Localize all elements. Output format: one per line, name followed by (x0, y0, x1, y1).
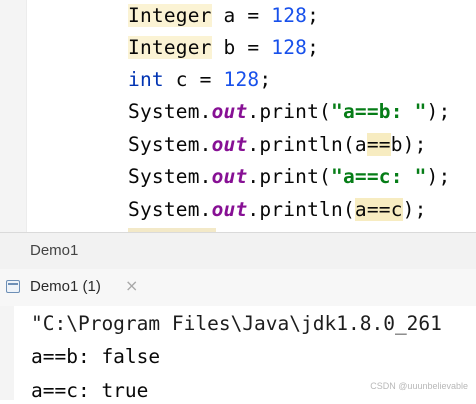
code-editor[interactable]: Integer a = 128; Integer b = 128; int c … (0, 0, 476, 232)
code-token: ; (307, 4, 320, 27)
code-token: out (211, 165, 248, 188)
code-line[interactable]: System.out.println(a==c); (128, 197, 427, 223)
code-token: "a==b: " (331, 100, 427, 123)
code-token: ; (259, 68, 272, 91)
tab-demo1-run[interactable]: Demo1 (1) × (0, 269, 150, 306)
console-line: a==c: true (31, 379, 149, 402)
editor-gutter (0, 0, 27, 232)
code-line[interactable]: System.out.print("a==c: "); (128, 164, 450, 190)
console-line: "C:\Program Files\Java\jdk1.8.0_261 (31, 312, 442, 335)
code-token: a = (211, 4, 272, 27)
tab-label: Demo1 (1) (30, 278, 101, 295)
run-window-title: Demo1 (30, 242, 79, 259)
code-token: .print( (247, 165, 332, 188)
code-token: System. (128, 198, 212, 221)
code-token: a==c (354, 198, 403, 221)
watermark: CSDN @uuunbelievable (370, 381, 468, 391)
code-token: ); (402, 198, 427, 221)
code-line[interactable]: System.out.print("a==b: "); (128, 99, 450, 125)
code-token: b); (390, 133, 427, 156)
code-token: c = (163, 68, 224, 91)
code-line[interactable]: Integer b = 128; (128, 35, 319, 61)
run-tool-window-header: Demo1 (0, 232, 476, 271)
code-token: ); (426, 165, 451, 188)
code-token: out (211, 198, 248, 221)
code-token: ; (307, 36, 320, 59)
code-token: Integer (128, 4, 212, 27)
console-gutter (0, 306, 14, 400)
close-icon[interactable]: × (125, 276, 138, 295)
code-token: out (211, 133, 248, 156)
code-token: out (211, 100, 248, 123)
code-token: System. (128, 165, 212, 188)
code-token: System. (128, 133, 212, 156)
code-token: ); (426, 100, 451, 123)
code-token: == (366, 133, 391, 156)
code-token: 128 (271, 4, 308, 27)
console-line: a==b: false (31, 345, 161, 368)
code-token: .print( (247, 100, 332, 123)
code-line[interactable]: System.out.println(a==b); (128, 132, 427, 158)
code-token: 128 (223, 68, 260, 91)
code-line[interactable]: Integer a = 128; (128, 3, 319, 29)
code-token: "a==c: " (331, 165, 427, 188)
console-icon (6, 280, 20, 293)
code-line[interactable]: int c = 128; (128, 67, 271, 93)
code-token: .println(a (247, 133, 367, 156)
code-token: Integer (128, 36, 212, 59)
code-token: int (128, 68, 164, 91)
code-token: .println( (247, 198, 355, 221)
code-token: b = (211, 36, 272, 59)
run-tab-bar: Demo1 (1) × (0, 269, 476, 307)
code-token: 128 (271, 36, 308, 59)
code-token: System. (128, 100, 212, 123)
